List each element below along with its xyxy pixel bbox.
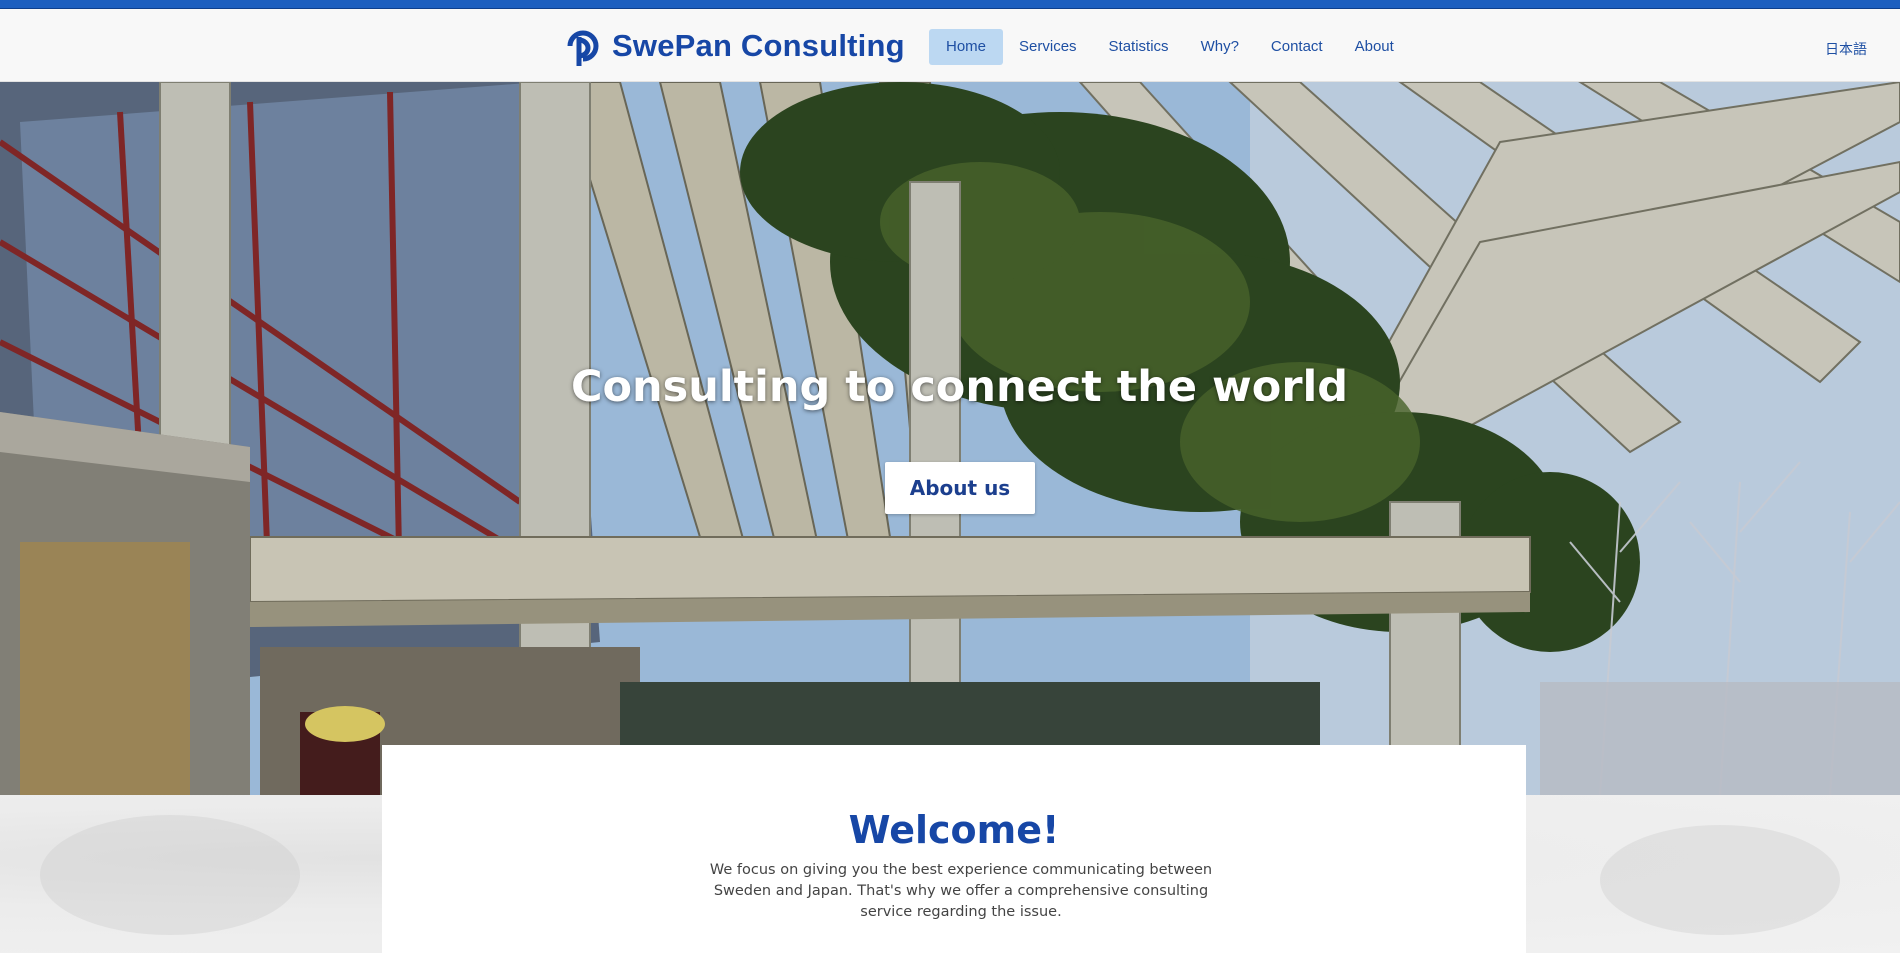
main-nav: Home Services Statistics Why? Contact Ab…: [929, 29, 1410, 65]
nav-item-home[interactable]: Home: [929, 29, 1004, 65]
welcome-section: Welcome! We focus on giving you the best…: [382, 745, 1526, 953]
nav-item-services[interactable]: Services: [1003, 29, 1093, 65]
brand-name: SwePan Consulting: [612, 28, 905, 63]
hero-background-image: [0, 82, 1900, 795]
nav-item-contact[interactable]: Contact: [1255, 29, 1339, 65]
welcome-title: Welcome!: [848, 808, 1060, 852]
brand-link[interactable]: SwePan Consulting: [562, 20, 905, 72]
language-switch-link[interactable]: 日本語: [1825, 39, 1867, 59]
welcome-text: We focus on giving you the best experien…: [709, 862, 1213, 920]
top-accent-stripe: [0, 0, 1900, 9]
nav-item-why[interactable]: Why?: [1185, 29, 1255, 65]
about-us-button[interactable]: About us: [885, 462, 1035, 514]
nav-item-statistics[interactable]: Statistics: [1093, 29, 1185, 65]
hero-banner: Consulting to connect the world About us: [0, 82, 1900, 795]
nav-item-about[interactable]: About: [1339, 29, 1410, 65]
hero-title: Consulting to connect the world: [570, 362, 1349, 412]
navbar: SwePan Consulting Home Services Statisti…: [0, 9, 1900, 82]
swepan-logo-icon: [567, 30, 599, 66]
